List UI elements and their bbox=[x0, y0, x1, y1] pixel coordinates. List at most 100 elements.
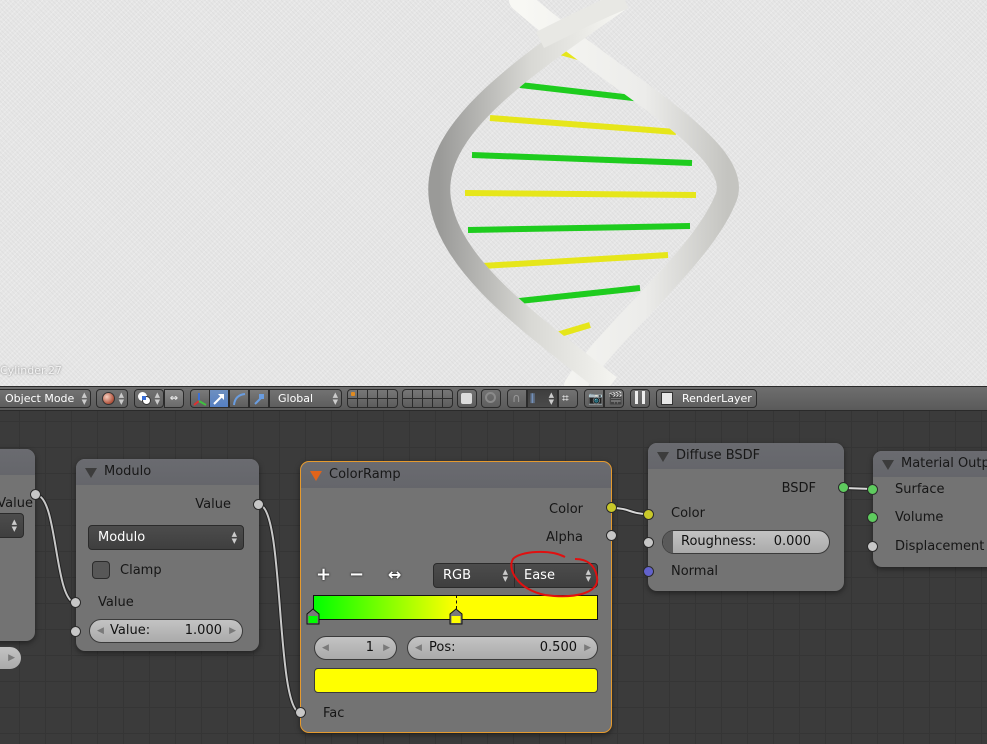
add-stop-button[interactable]: + bbox=[316, 564, 331, 585]
socket-output-value[interactable] bbox=[30, 489, 41, 500]
socket-output-bsdf[interactable] bbox=[838, 482, 849, 493]
arrow-right-icon: ▶ bbox=[584, 643, 591, 653]
red-annotation-circle bbox=[510, 551, 599, 598]
active-stop-indicator bbox=[455, 595, 457, 609]
pivot-icon bbox=[138, 392, 151, 405]
transform-axes-icon bbox=[193, 392, 207, 406]
pivot-point-select[interactable]: ▲ ▼ bbox=[134, 389, 164, 408]
roughness-slider-fill bbox=[663, 531, 673, 553]
translate-manipulator-button[interactable] bbox=[209, 389, 229, 408]
node-title: Diffuse BSDF bbox=[676, 448, 761, 463]
active-stop-index: 1 bbox=[365, 640, 374, 655]
color-mode-select[interactable]: RGB ▲ ▼ bbox=[433, 563, 515, 588]
manipulate-center-points-button[interactable]: ⇔ bbox=[164, 389, 184, 408]
object-name-label: Cylinder.27 bbox=[0, 364, 63, 377]
dna-rung bbox=[464, 190, 697, 198]
socket-input-roughness[interactable] bbox=[643, 537, 654, 548]
socket-input-color[interactable] bbox=[643, 509, 654, 520]
render-layer-icon bbox=[661, 392, 673, 405]
socket-input-value[interactable] bbox=[70, 597, 81, 608]
snap-target-button[interactable]: ⌗ bbox=[558, 389, 578, 408]
node-diffuse-bsdf[interactable]: Diffuse BSDF BSDF Color Roughness: 0.000… bbox=[648, 443, 844, 591]
node-editor[interactable]: Value ▲ ▼ ▶ Modulo Value Modulo ▲ ▼ Clamp … bbox=[0, 411, 987, 744]
color-stop-marker[interactable] bbox=[449, 608, 463, 625]
render-opengl-animation-button[interactable]: 🎬 bbox=[604, 389, 624, 408]
input-label-value: Value bbox=[98, 595, 134, 610]
socket-input-surface[interactable] bbox=[867, 484, 878, 495]
clamp-checkbox[interactable] bbox=[92, 561, 110, 579]
pos-label: Pos: bbox=[429, 640, 456, 655]
collapse-triangle-icon[interactable] bbox=[657, 452, 669, 462]
proportional-edit-button[interactable] bbox=[481, 389, 501, 408]
clapperboard-icon: 🎬 bbox=[608, 391, 623, 405]
color-mode-label: RGB bbox=[443, 568, 472, 583]
node-title: ColorRamp bbox=[329, 467, 401, 482]
render-layer-select[interactable]: RenderLayer bbox=[656, 389, 757, 408]
collapse-triangle-icon[interactable] bbox=[882, 460, 894, 470]
socket-input-value-2[interactable] bbox=[70, 626, 81, 637]
operation-select[interactable]: Modulo ▲ ▼ bbox=[88, 525, 244, 550]
dna-helix-render bbox=[428, 0, 739, 386]
node-title: Modulo bbox=[104, 464, 152, 479]
rotate-manipulator-button[interactable] bbox=[229, 389, 249, 408]
socket-input-displacement[interactable] bbox=[867, 541, 878, 552]
proportional-icon bbox=[485, 392, 496, 403]
operation-label: Modulo bbox=[98, 530, 146, 545]
node-modulo[interactable]: Modulo Value Modulo ▲ ▼ Clamp Value ◀ Val… bbox=[76, 459, 259, 651]
socket-input-normal[interactable] bbox=[643, 566, 654, 577]
node-partial-left[interactable]: Value ▲ ▼ ▶ bbox=[0, 449, 35, 670]
render-opengl-still-button[interactable]: 📷 bbox=[584, 389, 604, 408]
pause-render-button[interactable] bbox=[630, 389, 650, 408]
roughness-label: Roughness: bbox=[681, 534, 757, 549]
remove-stop-button[interactable]: − bbox=[349, 564, 364, 585]
layers-group-2[interactable] bbox=[402, 389, 453, 408]
collapse-triangle-icon[interactable] bbox=[85, 468, 97, 478]
socket-input-volume[interactable] bbox=[867, 512, 878, 523]
layers-group-1[interactable] bbox=[347, 389, 398, 408]
translate-arrow-icon bbox=[213, 393, 224, 405]
mode-select[interactable]: Object Mode ▲ ▼ bbox=[0, 389, 91, 408]
center-points-icon: ⇔ bbox=[169, 393, 179, 404]
clamp-label: Clamp bbox=[120, 563, 162, 578]
output-label-color: Color bbox=[549, 502, 583, 517]
snap-toggle[interactable]: ∩ bbox=[507, 389, 527, 408]
color-stop-marker[interactable] bbox=[306, 608, 320, 625]
node-material-output[interactable]: Material Outp Surface Volume Displacemen… bbox=[873, 451, 987, 567]
operation-select[interactable]: ▲ ▼ bbox=[0, 513, 24, 538]
output-label-bsdf: BSDF bbox=[781, 481, 816, 496]
scale-manipulator-button[interactable] bbox=[249, 389, 269, 408]
transform-manipulator-toggle[interactable] bbox=[190, 389, 210, 408]
lock-camera-layers-button[interactable] bbox=[457, 389, 477, 408]
output-label-value: Value bbox=[195, 497, 231, 512]
value-field[interactable]: ◀ Value: 1.000 ▶ bbox=[89, 619, 243, 643]
input-label-volume: Volume bbox=[895, 510, 944, 525]
node-title: Material Outp bbox=[901, 456, 987, 471]
arrow-right-icon: ▶ bbox=[229, 626, 236, 636]
dna-rung bbox=[481, 252, 669, 269]
magnet-icon: ∩ bbox=[512, 391, 521, 405]
pause-icon bbox=[635, 391, 645, 404]
value-field-label: Value: bbox=[110, 623, 151, 638]
snap-element-select[interactable]: ⫼ ▲ ▼ bbox=[527, 389, 558, 408]
output-label-alpha: Alpha bbox=[546, 530, 583, 545]
socket-input-fac[interactable] bbox=[295, 707, 306, 718]
transform-orientation-select[interactable]: Global ▲ ▼ bbox=[269, 389, 342, 408]
stop-position-field[interactable]: ◀ Pos: 0.500 ▶ bbox=[407, 636, 598, 660]
3d-view-header: Object Mode ▲ ▼ ▲ ▼ ▲ ▼ ⇔ Global ▲ ▼ ∩ ⫼ ▲ ▼ ⌗… bbox=[0, 386, 987, 411]
active-stop-index-field[interactable]: ◀ 1 ▶ bbox=[314, 636, 397, 660]
updown-icon: ▲ ▼ bbox=[118, 391, 124, 406]
socket-output-value[interactable] bbox=[253, 499, 264, 510]
node-header bbox=[0, 449, 35, 475]
socket-output-color[interactable] bbox=[606, 502, 617, 513]
node-header: ColorRamp bbox=[301, 462, 611, 488]
3d-viewport[interactable]: Cylinder.27 bbox=[0, 0, 987, 386]
active-stop-color-swatch[interactable] bbox=[314, 668, 598, 693]
socket-output-alpha[interactable] bbox=[606, 530, 617, 541]
arrow-left-icon: ◀ bbox=[415, 643, 422, 653]
flip-ramp-button[interactable]: ↔ bbox=[388, 565, 401, 584]
collapse-triangle-icon[interactable] bbox=[310, 471, 322, 481]
arrow-left-icon: ◀ bbox=[322, 643, 329, 653]
viewport-shading-select[interactable]: ▲ ▼ bbox=[96, 389, 128, 408]
roughness-field[interactable]: Roughness: 0.000 bbox=[662, 530, 830, 554]
input-label-surface: Surface bbox=[895, 482, 945, 497]
